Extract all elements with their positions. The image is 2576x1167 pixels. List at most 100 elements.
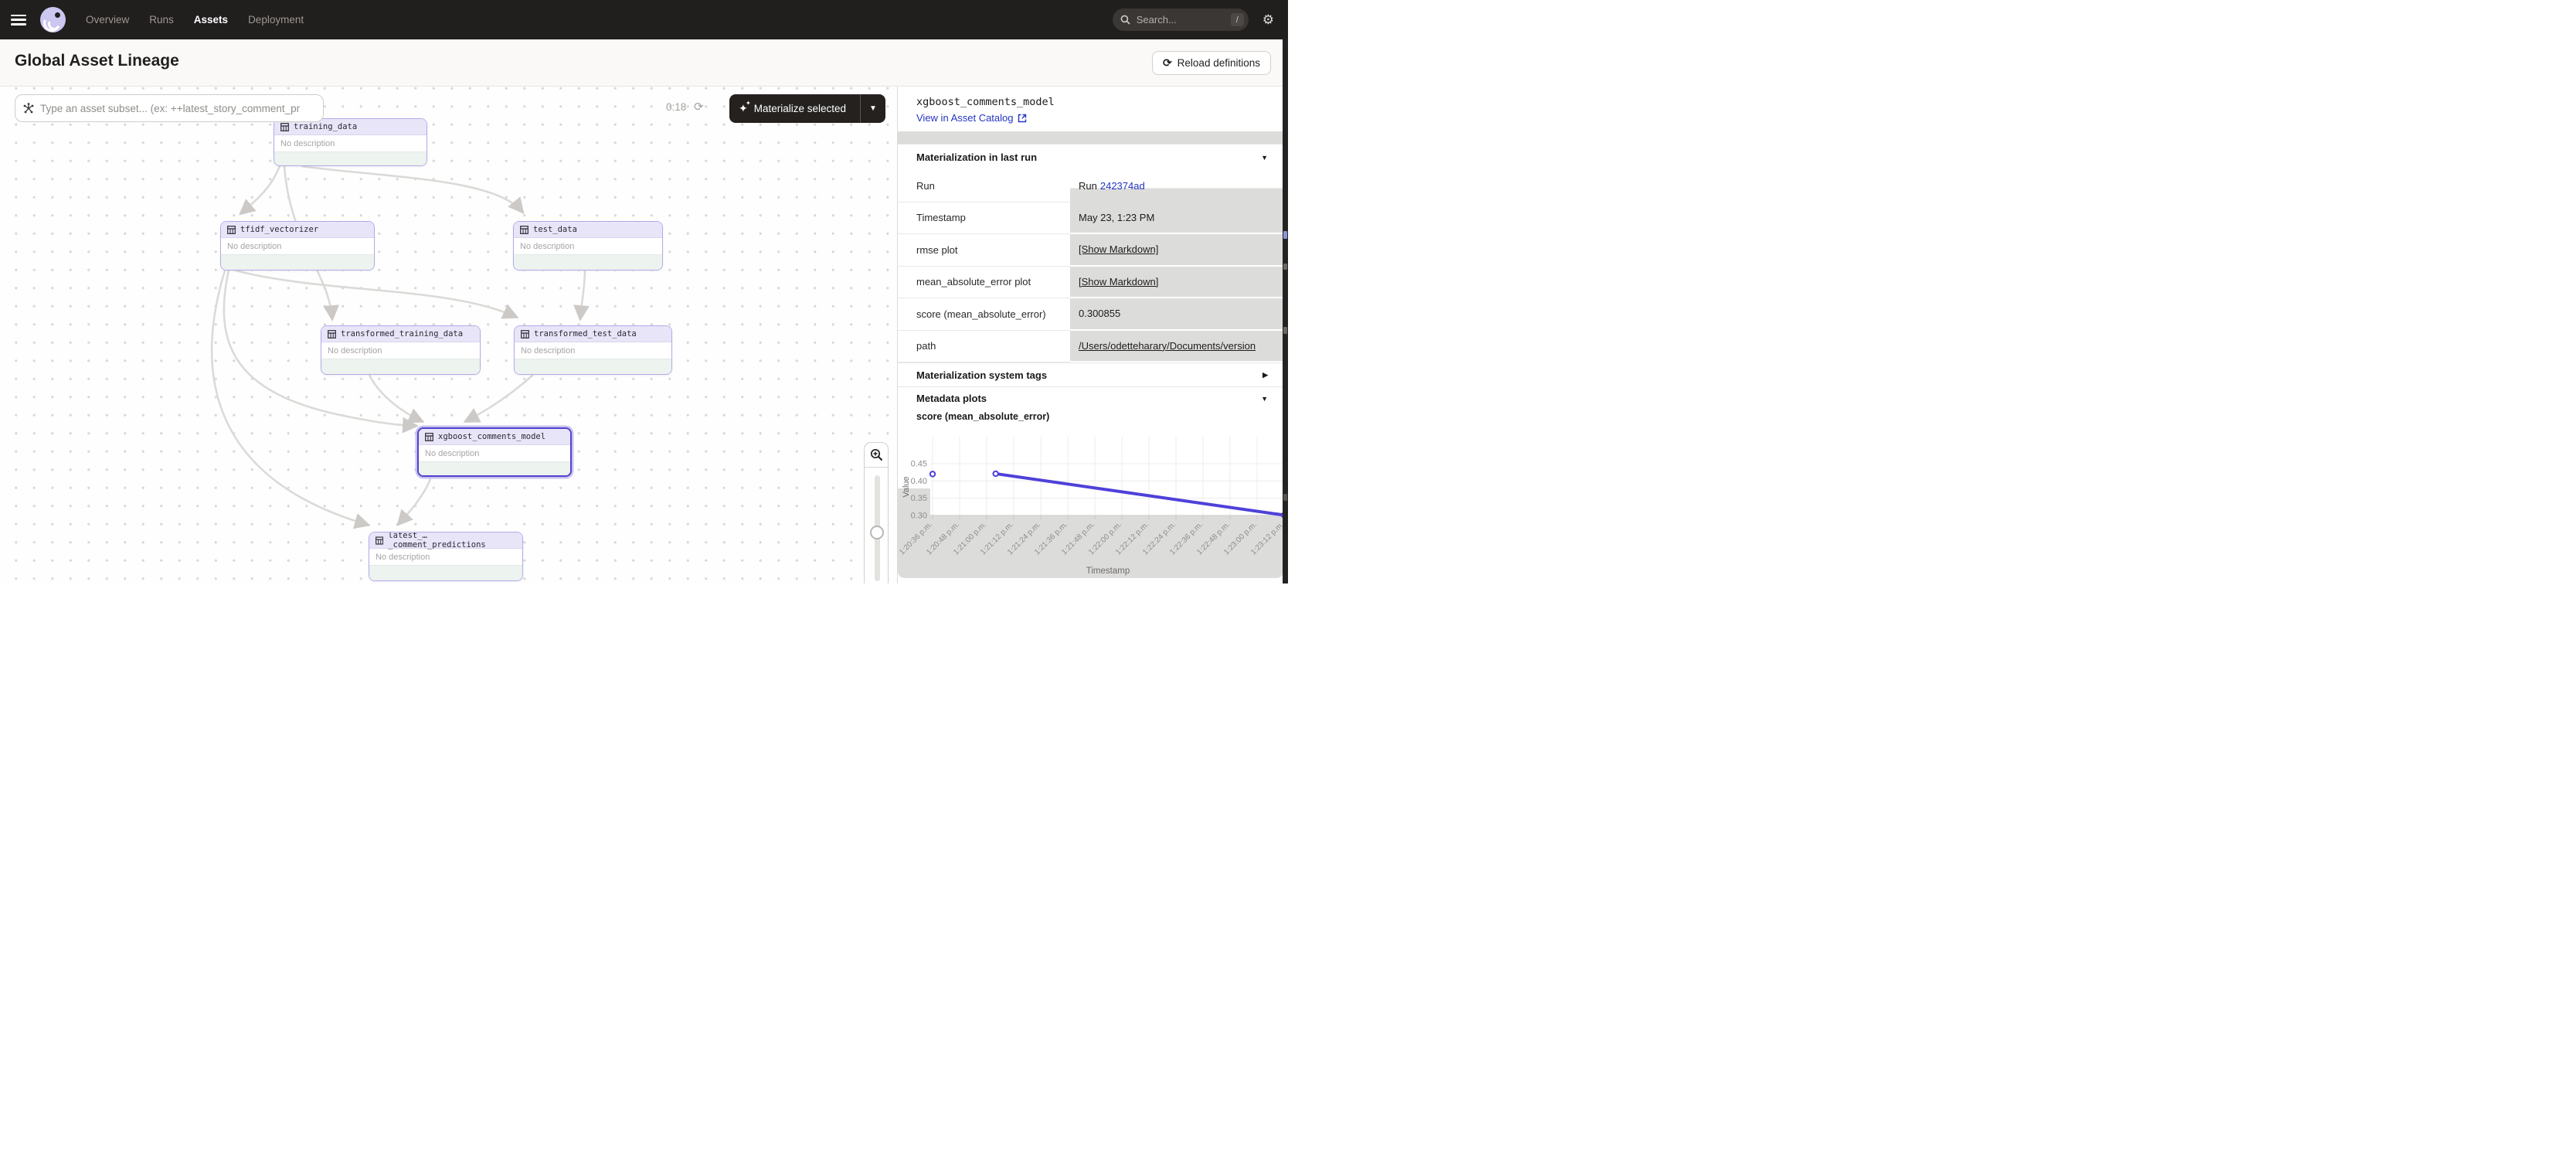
node-status-bar: MaterializedMay 23, 1:23 PM — [274, 151, 427, 166]
search-icon — [1120, 15, 1130, 25]
table-row-timestamp: Timestamp May 23, 1:23 PM — [898, 202, 1283, 235]
edge-tfidf-transformed-test — [236, 270, 516, 317]
node-status-bar: MaterializedMay 23, 1:23 PM — [514, 254, 662, 270]
dagster-logo-icon[interactable] — [40, 7, 66, 32]
table-icon — [227, 226, 236, 234]
sliver-glyph — [1283, 264, 1287, 270]
asset-details-panel: xgboost_comments_model View in Asset Cat… — [897, 87, 1288, 584]
gear-icon[interactable]: ⚙ — [1263, 13, 1274, 26]
refresh-timer: 0:18 — [666, 101, 686, 113]
reload-definitions-button[interactable]: ⟳ Reload definitions — [1152, 51, 1271, 75]
chevron-down-icon: ▼ — [1261, 395, 1268, 403]
section-materialization-system-tags[interactable]: Materialization system tags ▶ — [898, 362, 1283, 386]
run-value: Run 242374ad — [1070, 170, 1283, 202]
view-in-asset-catalog-link[interactable]: View in Asset Catalog — [916, 112, 1027, 124]
score-chart: 0.450.400.350.30 1:20:36 p.m.1:20:48 p.m… — [898, 427, 1289, 584]
materialize-selected-button[interactable]: ✦✦ Materialize selected ▼ — [729, 94, 885, 123]
edge-transformed-training-xgboost — [369, 375, 422, 421]
page-title: Global Asset Lineage — [15, 52, 179, 70]
nav-item-deployment[interactable]: Deployment — [248, 14, 304, 26]
sliver-glyph — [1283, 231, 1287, 239]
search-shortcut-badge: / — [1231, 13, 1244, 26]
external-link-icon — [1018, 114, 1027, 123]
edge-training-test — [301, 166, 522, 212]
nav-tabs: Overview Runs Assets Deployment — [86, 14, 304, 26]
x-axis-label: Timestamp — [1086, 566, 1130, 576]
nav-item-assets[interactable]: Assets — [194, 14, 228, 26]
metadata-plot-title: score (mean_absolute_error) — [916, 411, 1049, 422]
zoom-slider[interactable] — [865, 467, 888, 584]
edge-test-transformed-test — [580, 270, 585, 318]
asset-node-latest-comment-predictions[interactable]: latest_…_comment_predictions No descript… — [369, 532, 523, 581]
node-status-bar: MaterializedMay 23, 1:23 PM — [419, 461, 570, 477]
table-row-path: path /Users/odetteharary/Documents/versi… — [898, 331, 1283, 363]
edge-transformed-test-xgboost — [466, 375, 533, 421]
node-description: No description — [221, 238, 374, 254]
asset-subset-filter-input[interactable]: Type an asset subset... (ex: ++latest_st… — [15, 94, 324, 122]
sliver-glyph — [1283, 494, 1287, 501]
table-row-run: Run Run 242374ad — [898, 170, 1283, 202]
svg-text:0.45: 0.45 — [911, 460, 927, 469]
table-icon — [520, 226, 528, 234]
sparkle-icon: ✦✦ — [739, 102, 748, 115]
table-icon — [425, 433, 433, 441]
metadata-table: Run Run 242374ad Timestamp May 23, 1:23 … — [898, 170, 1283, 362]
node-description: No description — [274, 135, 427, 151]
node-status-bar: MaterializedMay 23, 1:23 PM — [515, 359, 671, 375]
table-icon — [376, 536, 383, 545]
nav-item-overview[interactable]: Overview — [86, 14, 129, 26]
show-markdown-link[interactable]: [Show Markdown] — [1070, 234, 1283, 267]
asset-node-tfidf-vectorizer[interactable]: tfidf_vectorizer No description Material… — [220, 221, 375, 270]
asset-node-xgboost-comments-model[interactable]: xgboost_comments_model No description Ma… — [417, 427, 572, 477]
svg-text:0.30: 0.30 — [911, 511, 927, 520]
table-icon — [521, 330, 529, 339]
node-description: No description — [514, 238, 662, 254]
asset-graph-icon — [23, 103, 34, 114]
edge-xgboost-latest — [399, 477, 431, 524]
asset-node-test-data[interactable]: test_data No description MaterializedMay… — [513, 221, 663, 270]
show-markdown-link[interactable]: [Show Markdown] — [1070, 267, 1283, 299]
asset-node-transformed-training-data[interactable]: transformed_training_data No description… — [321, 325, 481, 375]
menu-icon[interactable] — [11, 15, 26, 26]
zoom-controls — [864, 442, 889, 584]
plot-area — [930, 437, 1287, 515]
filter-placeholder: Type an asset subset... (ex: ++latest_st… — [40, 103, 300, 114]
edge-training-tfidf — [241, 166, 280, 213]
node-description: No description — [369, 549, 522, 565]
svg-text:0.40: 0.40 — [911, 477, 927, 486]
materialize-dropdown-caret[interactable]: ▼ — [861, 104, 885, 113]
zoom-in-button[interactable] — [865, 443, 888, 467]
section-materialization-in-last-run[interactable]: Materialization in last run ▼ — [898, 144, 1283, 170]
svg-text:0.35: 0.35 — [911, 494, 927, 503]
chevron-right-icon: ▶ — [1263, 371, 1268, 379]
refresh-icon: ⟳ — [1163, 56, 1172, 70]
edge-tfidf-latest — [212, 270, 368, 525]
path-link[interactable]: /Users/odetteharary/Documents/version — [1070, 331, 1283, 363]
table-icon — [328, 330, 336, 339]
search-input[interactable]: Search... / — [1113, 9, 1249, 31]
nav-item-runs[interactable]: Runs — [149, 14, 174, 26]
node-description: No description — [419, 445, 570, 461]
chevron-down-icon: ▼ — [1261, 154, 1268, 162]
background-window-sliver — [1283, 39, 1288, 584]
asset-lineage-graph[interactable]: Type an asset subset... (ex: ++latest_st… — [0, 87, 897, 584]
table-row-rmse-plot: rmse plot [Show Markdown] — [898, 234, 1283, 267]
zoom-in-icon — [870, 448, 883, 461]
table-row-score: score (mean_absolute_error) 0.300855 — [898, 298, 1283, 331]
panel-asset-name: xgboost_comments_model — [916, 96, 1055, 108]
top-nav: Overview Runs Assets Deployment Search..… — [0, 0, 1288, 39]
graph-toolbar: Type an asset subset... (ex: ++latest_st… — [0, 87, 897, 130]
node-status-bar: MaterializedMay 23, 1:23 PM — [321, 359, 480, 375]
sliver-glyph — [1283, 327, 1287, 334]
panel-scrollbar-track[interactable] — [898, 131, 1283, 144]
refresh-icon[interactable]: ⟳ — [694, 100, 704, 114]
y-axis-label: Value — [902, 476, 911, 497]
logo-eye — [55, 12, 60, 18]
score-line-chart: 0.450.400.350.30 1:20:36 p.m.1:20:48 p.m… — [898, 427, 1289, 584]
zoom-slider-thumb[interactable] — [870, 526, 884, 539]
node-description: No description — [515, 342, 671, 359]
section-metadata-plots[interactable]: Metadata plots ▼ — [898, 386, 1283, 410]
search-placeholder: Search... — [1137, 14, 1231, 26]
asset-node-transformed-test-data[interactable]: transformed_test_data No description Mat… — [514, 325, 672, 375]
run-id-link[interactable]: 242374ad — [1100, 180, 1145, 192]
